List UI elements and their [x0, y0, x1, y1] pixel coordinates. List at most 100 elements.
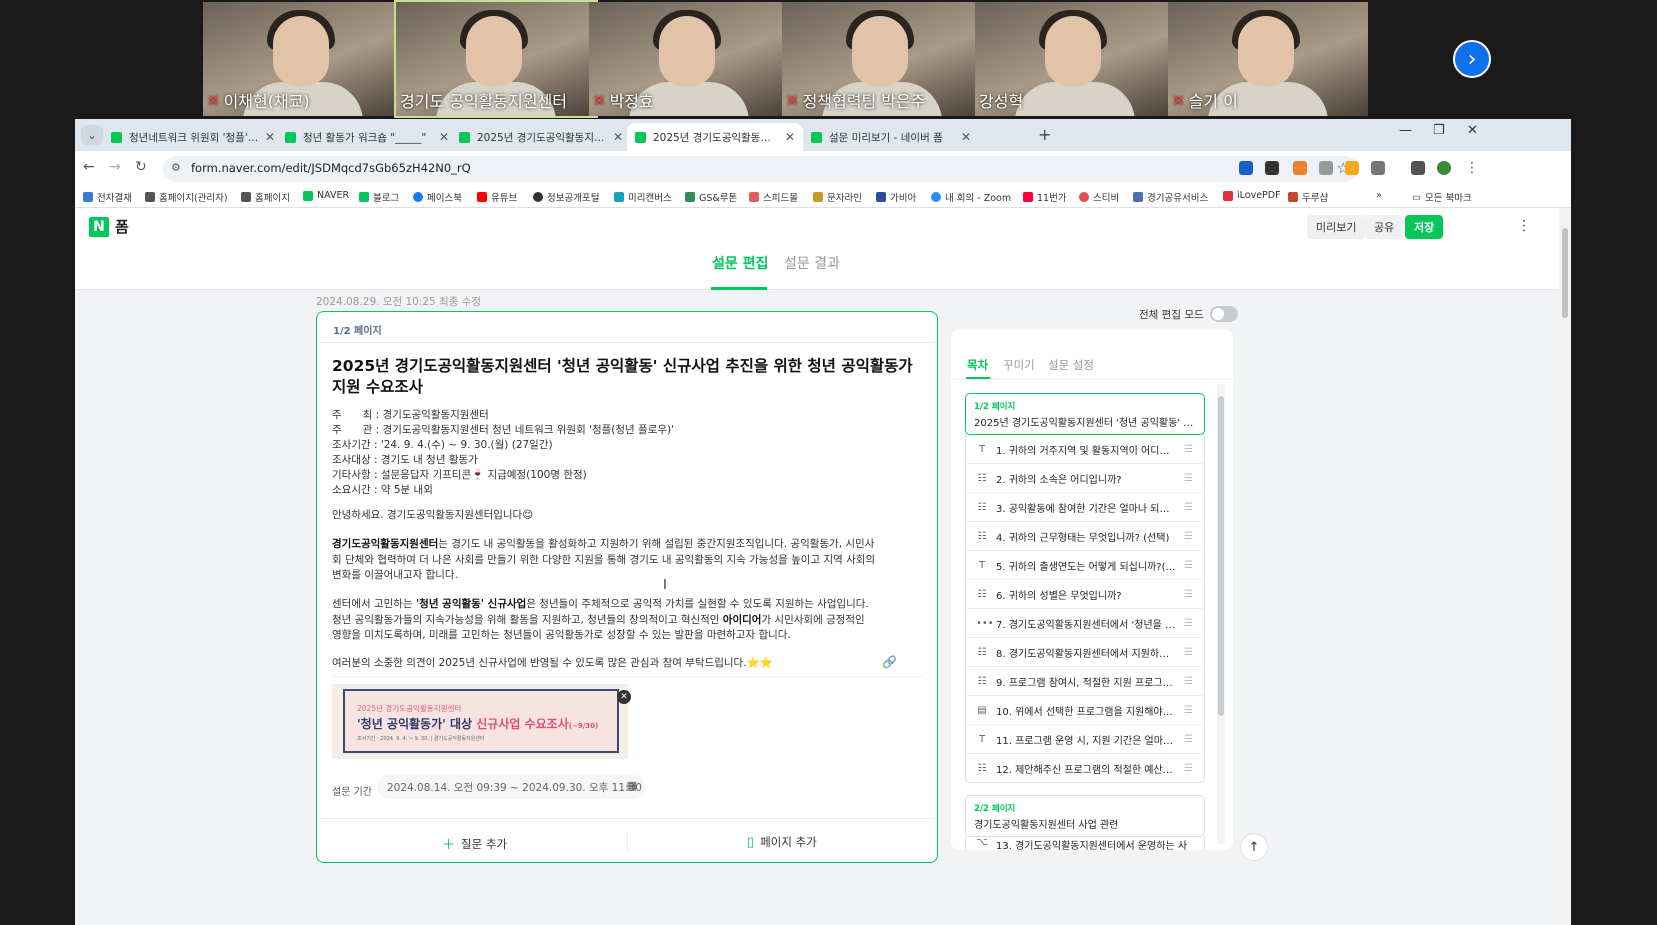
drag-handle-icon[interactable]: ☰: [1184, 502, 1198, 513]
close-tab-icon[interactable]: ✕: [961, 130, 971, 144]
chrome-menu-icon[interactable]: ⋮: [1465, 160, 1479, 176]
toc-question[interactable]: ☷ 12. 제안해주신 프로그램의 적절한 예산은 어 ☰: [965, 754, 1205, 783]
banner-image-container[interactable]: 2025년 경기도공익활동지원센터 '청년 공익활동가' 대상 신규사업 수요조…: [332, 684, 631, 759]
bookmark-item[interactable]: GS&루톤: [685, 190, 737, 204]
chevron-right-icon[interactable]: ›: [1453, 40, 1491, 78]
participant-tile[interactable]: 경기도 공익활동지원센터: [394, 0, 598, 118]
bookmarks-overflow-button[interactable]: »: [1376, 190, 1382, 201]
link-icon[interactable]: 🔗: [882, 655, 897, 669]
bookmark-item[interactable]: 블로그: [359, 190, 399, 204]
toc-question[interactable]: ••• 7. 경기도공익활동지원센터에서 '청년을 대상 ☰: [965, 609, 1205, 638]
add-question-button[interactable]: ＋ 질문 추가: [442, 834, 507, 854]
extensions-puzzle-icon[interactable]: [1371, 161, 1385, 175]
extension-icon[interactable]: [1345, 161, 1359, 175]
extension-pen-icon[interactable]: [1265, 161, 1279, 175]
download-icon[interactable]: [1411, 161, 1425, 175]
bookmark-item[interactable]: 11번가: [1023, 190, 1067, 204]
drag-handle-icon[interactable]: ☰: [1184, 647, 1198, 658]
page-scrollbar[interactable]: [1559, 208, 1571, 925]
participant-tile[interactable]: ⨯ 슬기 이: [1168, 2, 1368, 116]
drag-handle-icon[interactable]: ☰: [1184, 734, 1198, 745]
site-info-icon[interactable]: ⚙: [171, 161, 181, 174]
participant-tile[interactable]: ⨯ 이채현(채쿄): [203, 2, 403, 116]
drag-handle-icon[interactable]: ☰: [1184, 763, 1198, 774]
preview-button[interactable]: 미리보기: [1307, 215, 1366, 239]
tab-search-icon[interactable]: ⌄: [81, 125, 103, 145]
drag-handle-icon[interactable]: ☰: [1184, 705, 1198, 716]
extension-shield-icon[interactable]: [1239, 161, 1253, 175]
more-options-icon[interactable]: ⋮: [1517, 218, 1531, 234]
participant-tile[interactable]: ⨯ 정책협력팀 박은주: [782, 2, 982, 116]
drag-handle-icon[interactable]: ☰: [1184, 531, 1198, 542]
forward-icon[interactable]: →: [109, 159, 121, 175]
side-panel-scrollbar[interactable]: [1217, 384, 1225, 844]
tab-toc[interactable]: 목차: [967, 357, 988, 373]
extension-icon[interactable]: [1293, 161, 1307, 175]
toc-question[interactable]: ☷ 2. 귀하의 소속은 어디입니까? ☰: [965, 464, 1205, 493]
bookmark-item[interactable]: 스피드몰: [749, 190, 798, 204]
bookmark-item[interactable]: 가비아: [876, 190, 916, 204]
form-intro-card[interactable]: 1/2 페이지 2025년 경기도공익활동지원센터 '청년 공익활동' 신규사업…: [316, 311, 938, 863]
close-tab-icon[interactable]: ✕: [613, 130, 623, 144]
browser-tab-active[interactable]: 2025년 경기도공익활동지원센 ✕: [627, 123, 803, 151]
toc-question[interactable]: T 1. 귀하의 거주지역 및 활동지역이 어디십니까? ☰: [965, 435, 1205, 464]
bookmark-item[interactable]: NAVER: [303, 190, 349, 201]
remove-image-icon[interactable]: ✕: [617, 690, 631, 704]
drag-handle-icon[interactable]: ☰: [1184, 589, 1198, 600]
browser-tab[interactable]: 청년 활동가 워크숍 "_____" ✕: [277, 123, 457, 151]
bookmark-item[interactable]: 경기공유서비스: [1133, 190, 1208, 204]
scroll-to-top-icon[interactable]: ↑: [1240, 833, 1268, 861]
scrollbar-thumb[interactable]: [1562, 228, 1568, 318]
bookmark-item[interactable]: 스티비: [1079, 190, 1119, 204]
restore-icon[interactable]: ❐: [1433, 123, 1445, 138]
url-text[interactable]: form.naver.com/edit/JSDMqcd7sGb65zH42N0_…: [191, 161, 471, 175]
share-button[interactable]: 공유: [1365, 215, 1404, 239]
participant-tile[interactable]: 강성혁: [975, 2, 1175, 116]
browser-tab[interactable]: 청년네트워크 위원회 '청플' 의 ✕: [103, 123, 283, 151]
bookmark-item[interactable]: 내 회의 - Zoom: [931, 190, 1011, 204]
toc-question[interactable]: ☷ 4. 귀하의 근무형태는 무엇입니까? (선택) ☰: [965, 522, 1205, 551]
bookmark-item[interactable]: iLovePDF: [1223, 190, 1281, 201]
tab-survey-settings[interactable]: 설문 설정: [1048, 357, 1094, 373]
toc-page-2[interactable]: 2/2 페이지 경기도공익활동지원센터 사업 관련: [965, 795, 1205, 837]
save-button[interactable]: 저장: [1405, 215, 1444, 239]
close-tab-icon[interactable]: ✕: [785, 130, 795, 144]
bookmark-item[interactable]: 전자결재: [83, 190, 132, 204]
reload-icon[interactable]: ↻: [135, 159, 147, 175]
address-bar[interactable]: ⚙ form.naver.com/edit/JSDMqcd7sGb65zH42N…: [163, 156, 1358, 182]
calendar-icon[interactable]: ▦: [627, 779, 637, 792]
toc-question[interactable]: ☷ 6. 귀하의 성별은 무엇입니까? ☰: [965, 580, 1205, 609]
toc-question[interactable]: ⌥ 13. 경기도공익활동지원센터에서 운영하는 사: [965, 837, 1205, 850]
close-tab-icon[interactable]: ✕: [265, 130, 275, 144]
bookmark-item[interactable]: 유튜브: [477, 190, 517, 204]
tab-survey-edit[interactable]: 설문 편집: [712, 253, 768, 273]
toc-question[interactable]: ☷ 9. 프로그램 참여시, 적절한 지원 프로그램 방 ☰: [965, 667, 1205, 696]
bookmark-item[interactable]: 미리캔버스: [614, 190, 672, 204]
full-edit-mode-toggle[interactable]: 전체 편집 모드: [1139, 306, 1238, 322]
bookmark-item[interactable]: 홈페이지(관리자): [145, 190, 228, 204]
drag-handle-icon[interactable]: ☰: [1184, 444, 1198, 455]
add-page-button[interactable]: ▯ 페이지 추가: [747, 834, 817, 850]
participant-tile[interactable]: ⨯ 박정효: [589, 2, 789, 116]
profile-avatar[interactable]: [1437, 161, 1451, 175]
toc-question[interactable]: ▤ 10. 위에서 선택한 프로그램을 지원해야하는 ☰: [965, 696, 1205, 725]
close-window-icon[interactable]: ✕: [1467, 123, 1478, 138]
bookmark-item[interactable]: 정보공개포털: [533, 190, 599, 204]
bookmark-item[interactable]: 홈페이지: [241, 190, 290, 204]
bookmark-item[interactable]: 문자라인: [813, 190, 862, 204]
bookmark-item[interactable]: 두루샵: [1288, 190, 1328, 204]
toc-question[interactable]: T 11. 프로그램 운영 시, 지원 기간은 얼마나 되 ☰: [965, 725, 1205, 754]
browser-tab[interactable]: 2025년 경기도공익활동지원센 ✕: [451, 123, 631, 151]
toc-question[interactable]: ☷ 3. 공익활동에 참여한 기간은 얼마나 되십니까? ☰: [965, 493, 1205, 522]
bookmark-item[interactable]: 페이스북: [413, 190, 462, 204]
new-tab-button[interactable]: +: [1038, 125, 1051, 144]
toggle-switch[interactable]: [1209, 306, 1238, 322]
back-icon[interactable]: ←: [83, 159, 95, 175]
tab-survey-results[interactable]: 설문 결과: [784, 253, 840, 273]
close-tab-icon[interactable]: ✕: [439, 130, 449, 144]
survey-period-field[interactable]: 2024.08.14. 오전 09:39 ~ 2024.09.30. 오후 11…: [377, 775, 645, 799]
drag-handle-icon[interactable]: ☰: [1184, 560, 1198, 571]
minimize-icon[interactable]: —: [1399, 123, 1412, 138]
toc-question[interactable]: T 5. 귀하의 출생연도는 어떻게 되십니까?(단위 ☰: [965, 551, 1205, 580]
drag-handle-icon[interactable]: ☰: [1184, 618, 1198, 629]
